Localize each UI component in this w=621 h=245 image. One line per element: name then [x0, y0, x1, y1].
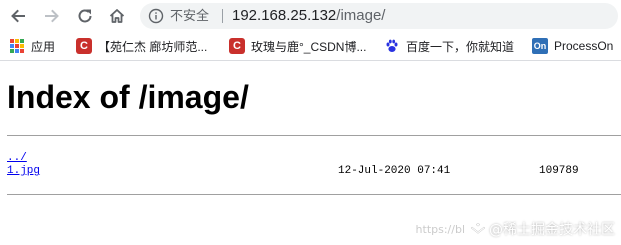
browser-toolbar: 不安全 192.168.25.132/image/ — [0, 0, 621, 32]
parent-directory-link[interactable]: ../ — [7, 152, 27, 164]
directory-listing: ../ 1.jpg 12-Jul-2020 07:41 109789 — [7, 152, 621, 178]
home-icon — [109, 9, 125, 23]
bookmark-csdn-2[interactable]: C 玫瑰与鹿°_CSDN博... — [229, 37, 366, 55]
reload-icon — [78, 9, 92, 23]
file-date: 12-Jul-2020 07:41 — [338, 165, 451, 177]
url-host: 192.168.25.132 — [232, 7, 337, 24]
top-divider — [7, 135, 621, 136]
home-button[interactable] — [105, 4, 129, 28]
not-secure-label[interactable]: 不安全 — [170, 8, 209, 24]
reload-button[interactable] — [73, 4, 97, 28]
bookmark-baidu[interactable]: 百度一下，你就知道 — [384, 37, 514, 55]
bookmark-processon[interactable]: On ProcessOn — [532, 37, 613, 55]
page-title: Index of /image/ — [7, 79, 249, 115]
address-separator — [222, 9, 223, 23]
bookmark-label: 【苑仁杰 廊坊师范... — [98, 39, 208, 54]
back-arrow-icon — [11, 9, 25, 23]
page-content: Index of /image/ ../ 1.jpg 12-Jul-2020 0… — [0, 61, 621, 245]
bookmark-csdn-1[interactable]: C 【苑仁杰 廊坊师范... — [76, 37, 207, 55]
watermark-text: @稀土掘金技术社区 — [489, 222, 615, 238]
apps-grid-icon — [9, 38, 25, 54]
forward-button[interactable] — [40, 4, 64, 28]
back-button[interactable] — [6, 4, 30, 28]
juejin-logo-icon — [471, 223, 485, 234]
forward-arrow-icon — [45, 9, 59, 23]
processon-favicon: On — [532, 38, 548, 54]
info-circle-icon[interactable] — [148, 8, 164, 24]
url-path: /image/ — [336, 7, 386, 24]
address-bar[interactable]: 不安全 192.168.25.132/image/ — [140, 3, 618, 29]
list-item: ../ — [7, 152, 621, 165]
bookmark-apps[interactable]: 应用 — [9, 37, 55, 55]
watermark: https://bl @稀土掘金技术社区 — [416, 219, 615, 239]
bookmark-label: 百度一下，你就知道 — [406, 39, 515, 54]
csdn-favicon: C — [76, 38, 92, 54]
csdn-favicon: C — [229, 38, 245, 54]
bookmarks-bar: 应用 C 【苑仁杰 廊坊师范... C 玫瑰与鹿°_CSDN博... 百度一下，… — [0, 32, 621, 61]
file-link[interactable]: 1.jpg — [7, 165, 40, 177]
bookmark-label: 玫瑰与鹿°_CSDN博... — [251, 39, 367, 54]
list-item: 1.jpg 12-Jul-2020 07:41 109789 — [7, 165, 621, 178]
bookmark-label: 应用 — [31, 39, 56, 54]
bookmark-label: ProcessOn — [554, 39, 614, 53]
file-size: 109789 — [539, 165, 579, 177]
baidu-paw-icon — [384, 38, 400, 54]
watermark-url-text: https://bl — [415, 222, 465, 236]
bottom-divider — [7, 194, 621, 195]
url-text[interactable]: 192.168.25.132/image/ — [232, 6, 385, 26]
